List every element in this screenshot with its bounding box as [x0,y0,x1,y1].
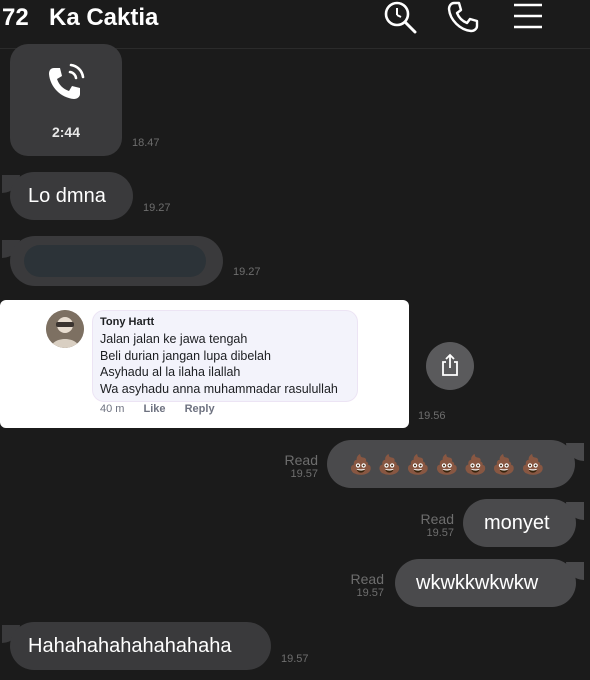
message-time: 19.57 [426,527,454,539]
read-status: Read [420,511,454,527]
outgoing-message[interactable]: monyet [463,499,576,547]
outgoing-message[interactable]: wkwkkwkwkw [395,559,576,607]
search-icon[interactable] [383,0,417,34]
comment-line: Beli durian jangan lupa dibelah [100,348,271,363]
like-link: Like [143,403,166,415]
redacted-content [24,245,206,277]
unread-count[interactable]: 72 [2,4,29,32]
read-status: Read [284,452,318,468]
message-time: 19.57 [356,587,384,599]
message-time: 19.57 [290,468,318,480]
read-receipt: Read 19.57 [262,452,318,480]
share-button[interactable] [426,342,474,390]
message-text: 💩💩💩💩💩💩💩 [349,455,550,476]
comment-age: 40 m [100,403,125,415]
read-status: Read [350,571,384,587]
message-text: Hahahahahahahahaha [28,635,232,657]
phone-icon[interactable] [446,0,480,34]
phone-call-icon [44,60,88,104]
message-time: 19.27 [233,266,261,278]
message-time: 19.27 [143,202,171,214]
menu-icon[interactable] [511,0,545,34]
reply-link: Reply [184,403,215,415]
read-receipt: Read 19.57 [328,571,384,599]
message-time: 19.57 [281,653,309,665]
call-record-bubble[interactable]: 2:44 [10,44,122,156]
comment-line: Wa asyhadu anna muhammadar rasulullah [100,381,338,396]
call-duration: 2:44 [51,124,81,140]
comment-actions: 40 m Like Reply [100,403,231,415]
read-receipt: Read 19.57 [398,511,454,539]
incoming-message[interactable]: Lo dmna [10,172,133,220]
message-text: wkwkkwkwkw [416,572,539,594]
share-icon [442,353,458,376]
contact-name[interactable]: Ka Caktia [49,4,158,32]
comment-text: Jalan jalan ke jawa tengah Beli durian j… [100,331,338,397]
avatar [46,310,84,348]
incoming-message[interactable]: Hahahahahahahahaha [10,622,271,670]
commenter-name: Tony Hartt [100,316,155,328]
chat-header: 72 Ka Caktia [0,0,590,49]
message-text: Lo dmna [28,185,106,207]
message-time: 18.47 [132,137,160,149]
message-text: monyet [484,512,550,534]
comment-line: Asyhadu al la ilaha ilallah [100,365,241,379]
message-time: 19.56 [418,410,446,422]
comment-line: Jalan jalan ke jawa tengah [100,332,248,346]
outgoing-message[interactable]: 💩💩💩💩💩💩💩 [327,440,575,488]
